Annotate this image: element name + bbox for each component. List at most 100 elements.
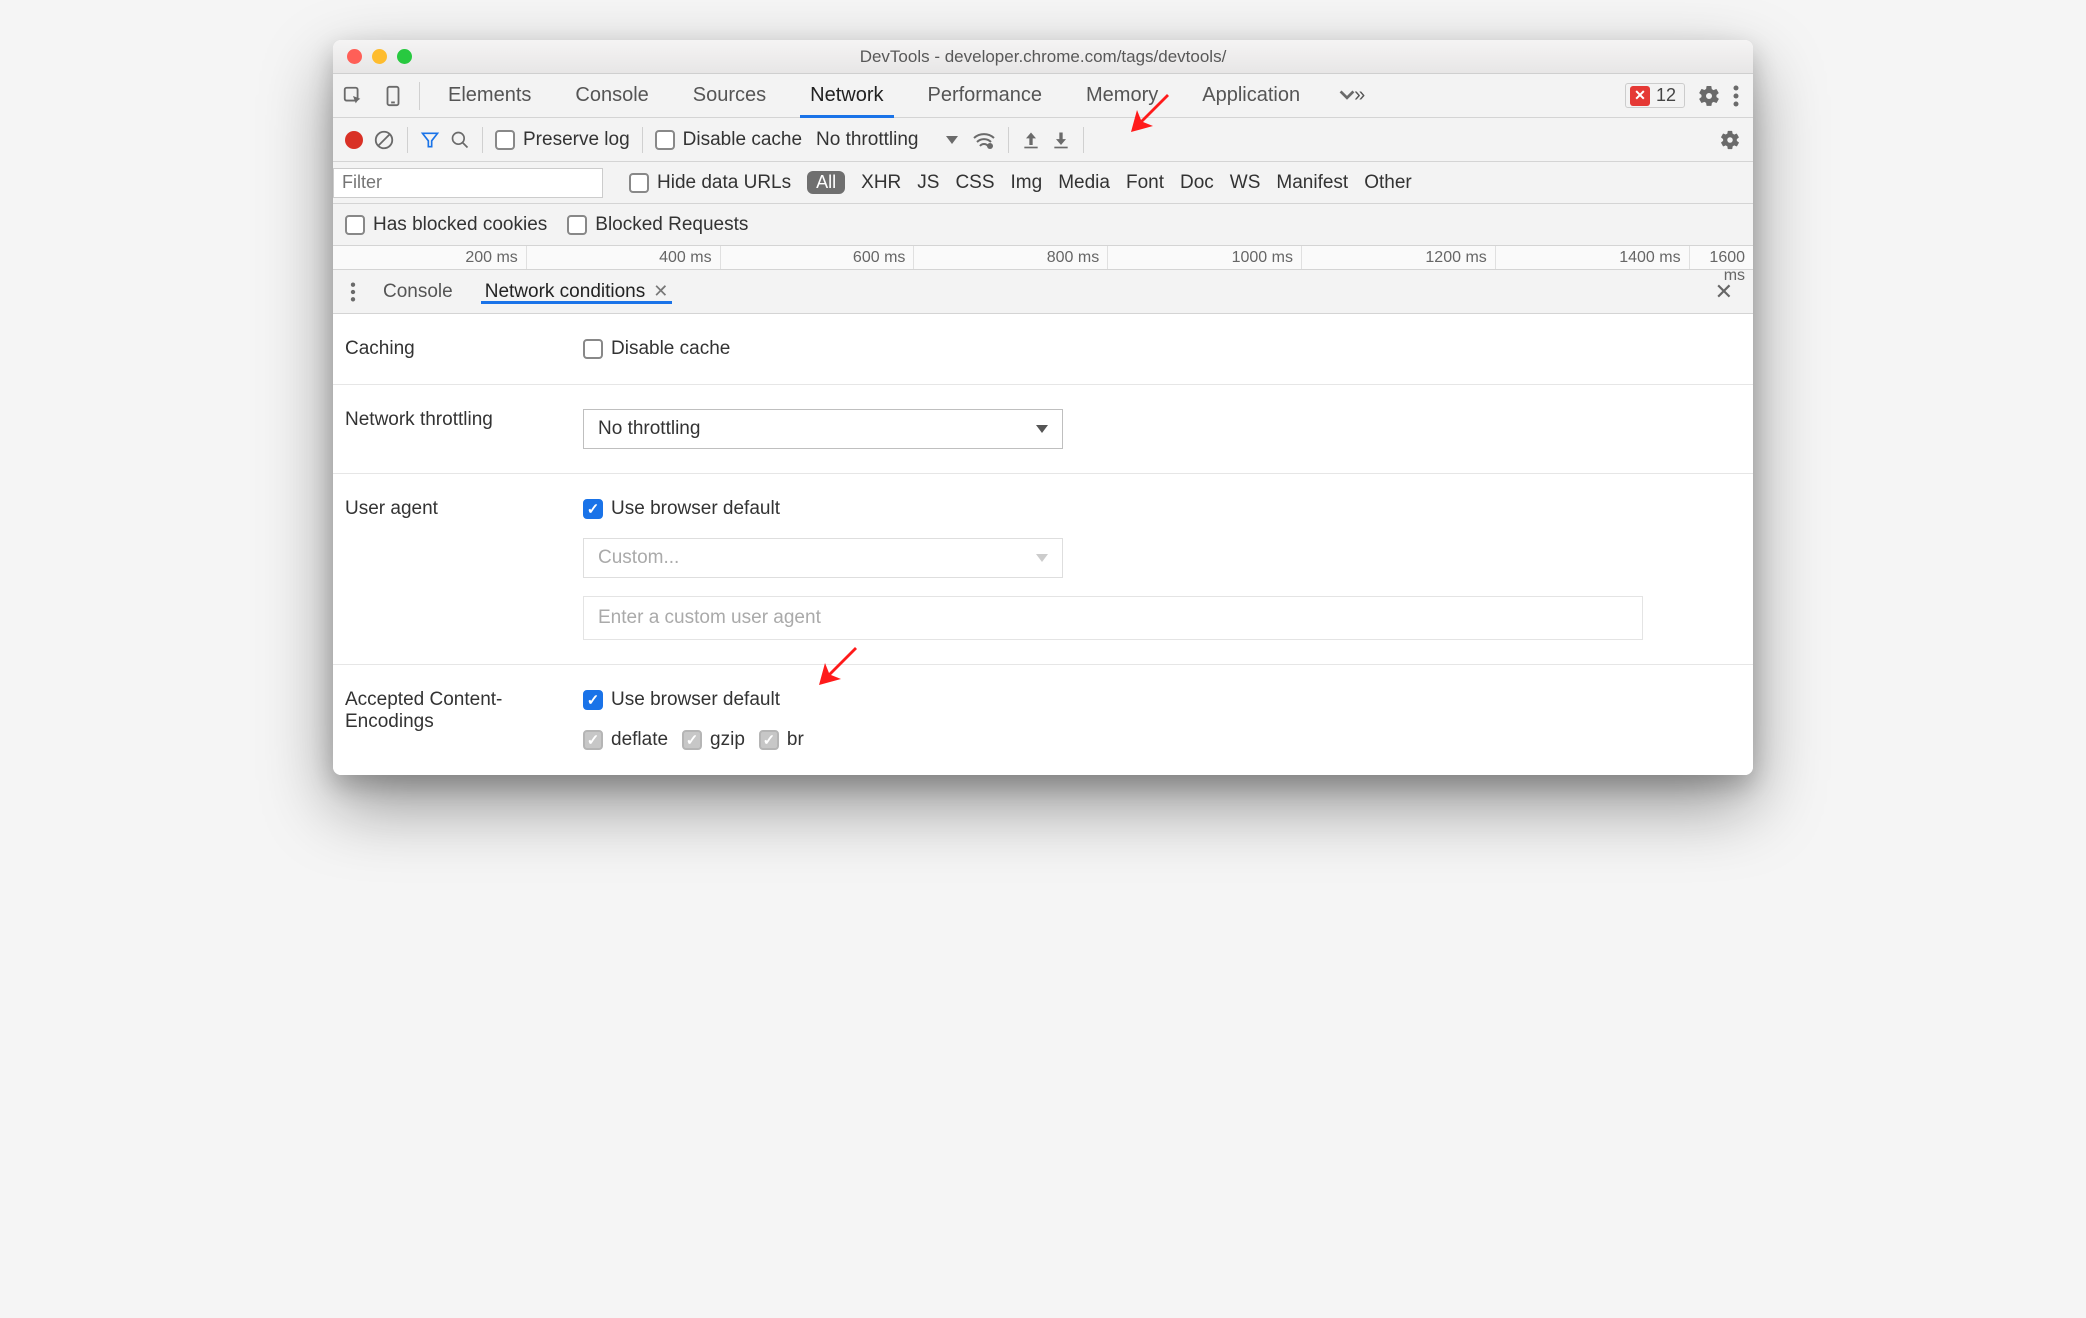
filter-type-xhr[interactable]: XHR <box>861 172 901 194</box>
filter-type-doc[interactable]: Doc <box>1180 172 1214 194</box>
waterfall-ruler[interactable]: 200 ms 400 ms 600 ms 800 ms 1000 ms 1200… <box>333 246 1753 270</box>
ua-custom-input: Enter a custom user agent <box>583 596 1643 640</box>
clear-icon[interactable] <box>373 129 395 151</box>
tab-memory[interactable]: Memory <box>1064 74 1180 117</box>
section-caching: Caching Disable cache <box>333 314 1753 385</box>
drawer-tab-network-conditions[interactable]: Network conditions ✕ <box>469 281 685 303</box>
blocked-requests-checkbox[interactable]: Blocked Requests <box>567 214 748 236</box>
tick: 800 ms <box>913 246 1107 269</box>
user-agent-label: User agent <box>333 498 583 640</box>
chevron-down-icon <box>1036 554 1048 562</box>
minimize-window-button[interactable] <box>372 49 387 64</box>
tick: 1000 ms <box>1107 246 1301 269</box>
hide-data-urls-label: Hide data URLs <box>657 172 791 194</box>
throttling-select[interactable]: No throttling <box>583 409 1063 449</box>
encoding-deflate: deflate <box>583 729 668 751</box>
caching-disable-label: Disable cache <box>611 338 730 360</box>
filter-type-img[interactable]: Img <box>1011 172 1043 194</box>
encodings-browser-default-checkbox[interactable]: Use browser default <box>583 689 1753 711</box>
network-conditions-icon[interactable] <box>972 130 996 150</box>
cookie-row: Has blocked cookies Blocked Requests <box>333 204 1753 246</box>
section-user-agent: User agent Use browser default Custom...… <box>333 474 1753 665</box>
error-count-badge[interactable]: ✕ 12 <box>1625 83 1685 108</box>
filter-type-manifest[interactable]: Manifest <box>1276 172 1348 194</box>
close-icon[interactable]: ✕ <box>653 281 668 302</box>
ua-custom-input-placeholder: Enter a custom user agent <box>598 607 821 629</box>
filter-type-font[interactable]: Font <box>1126 172 1164 194</box>
section-throttling: Network throttling No throttling <box>333 385 1753 474</box>
traffic-lights <box>347 49 412 64</box>
drawer-tab-console[interactable]: Console <box>367 281 469 303</box>
ua-browser-default-checkbox[interactable]: Use browser default <box>583 498 1753 520</box>
upload-icon[interactable] <box>1021 130 1041 150</box>
chevron-down-icon <box>946 136 958 144</box>
ua-custom-select-label: Custom... <box>598 547 679 569</box>
filter-type-all[interactable]: All <box>807 171 845 194</box>
blocked-requests-label: Blocked Requests <box>595 214 748 236</box>
network-toolbar: Preserve log Disable cache No throttling <box>333 118 1753 162</box>
encoding-gzip: gzip <box>682 729 745 751</box>
tick: 1200 ms <box>1301 246 1495 269</box>
preserve-log-label: Preserve log <box>523 129 630 151</box>
tabstrip-right: ✕ 12 <box>1625 83 1753 108</box>
tab-console[interactable]: Console <box>553 74 670 117</box>
ua-custom-select: Custom... <box>583 538 1063 578</box>
inspect-element-icon[interactable] <box>333 74 373 117</box>
window-title: DevTools - developer.chrome.com/tags/dev… <box>333 47 1753 67</box>
tab-elements[interactable]: Elements <box>426 74 553 117</box>
throttling-select-value: No throttling <box>598 418 700 440</box>
filter-type-ws[interactable]: WS <box>1230 172 1261 194</box>
section-encodings: Accepted Content-Encodings Use browser d… <box>333 665 1753 775</box>
main-tabstrip: Elements Console Sources Network Perform… <box>333 74 1753 118</box>
settings-gear-icon[interactable] <box>1697 84 1721 108</box>
disable-cache-checkbox[interactable]: Disable cache <box>655 129 802 151</box>
devtools-window: DevTools - developer.chrome.com/tags/dev… <box>333 40 1753 775</box>
throttling-value: No throttling <box>816 129 918 151</box>
close-window-button[interactable] <box>347 49 362 64</box>
tick: 600 ms <box>720 246 914 269</box>
encodings-label: Accepted Content-Encodings <box>333 689 583 751</box>
ua-browser-default-label: Use browser default <box>611 498 780 520</box>
encoding-options: deflate gzip br <box>583 729 1753 751</box>
tab-application[interactable]: Application <box>1180 74 1322 117</box>
search-icon[interactable] <box>450 130 470 150</box>
caching-disable-checkbox[interactable]: Disable cache <box>583 338 1753 360</box>
chevron-down-icon <box>1036 425 1048 433</box>
filter-type-other[interactable]: Other <box>1364 172 1412 194</box>
tab-sources[interactable]: Sources <box>671 74 788 117</box>
main-tabs: Elements Console Sources Network Perform… <box>426 74 1379 117</box>
filter-type-media[interactable]: Media <box>1058 172 1110 194</box>
network-conditions-panel: Caching Disable cache Network throttling… <box>333 314 1753 775</box>
has-blocked-cookies-checkbox[interactable]: Has blocked cookies <box>345 214 547 236</box>
throttling-label: Network throttling <box>333 409 583 449</box>
record-button[interactable] <box>345 131 363 149</box>
filter-icon[interactable] <box>420 130 440 150</box>
titlebar: DevTools - developer.chrome.com/tags/dev… <box>333 40 1753 74</box>
preserve-log-checkbox[interactable]: Preserve log <box>495 129 630 151</box>
tick: 200 ms <box>333 246 526 269</box>
download-icon[interactable] <box>1051 130 1071 150</box>
filter-row: Hide data URLs All XHR JS CSS Img Media … <box>333 162 1753 204</box>
filter-type-js[interactable]: JS <box>917 172 939 194</box>
drawer-kebab-icon[interactable] <box>339 282 367 302</box>
tab-network[interactable]: Network <box>788 74 905 117</box>
network-settings-icon[interactable] <box>1719 129 1741 151</box>
filter-type-css[interactable]: CSS <box>955 172 994 194</box>
tick: 1400 ms <box>1495 246 1689 269</box>
kebab-menu-icon[interactable] <box>1733 85 1739 107</box>
maximize-window-button[interactable] <box>397 49 412 64</box>
has-blocked-cookies-label: Has blocked cookies <box>373 214 547 236</box>
hide-data-urls-checkbox[interactable]: Hide data URLs <box>629 172 791 194</box>
error-count: 12 <box>1656 85 1676 106</box>
filter-input[interactable] <box>333 168 603 198</box>
drawer-tab-network-conditions-label: Network conditions <box>485 281 646 303</box>
device-toggle-icon[interactable] <box>373 74 413 117</box>
throttling-selector[interactable]: No throttling <box>812 129 962 151</box>
tick: 1600 ms <box>1689 246 1753 269</box>
tab-performance[interactable]: Performance <box>906 74 1065 117</box>
caching-label: Caching <box>333 338 583 360</box>
drawer-tabstrip: Console Network conditions ✕ ✕ <box>333 270 1753 314</box>
more-tabs-icon[interactable]: » <box>1322 74 1379 117</box>
disable-cache-label: Disable cache <box>683 129 802 151</box>
encoding-br: br <box>759 729 804 751</box>
